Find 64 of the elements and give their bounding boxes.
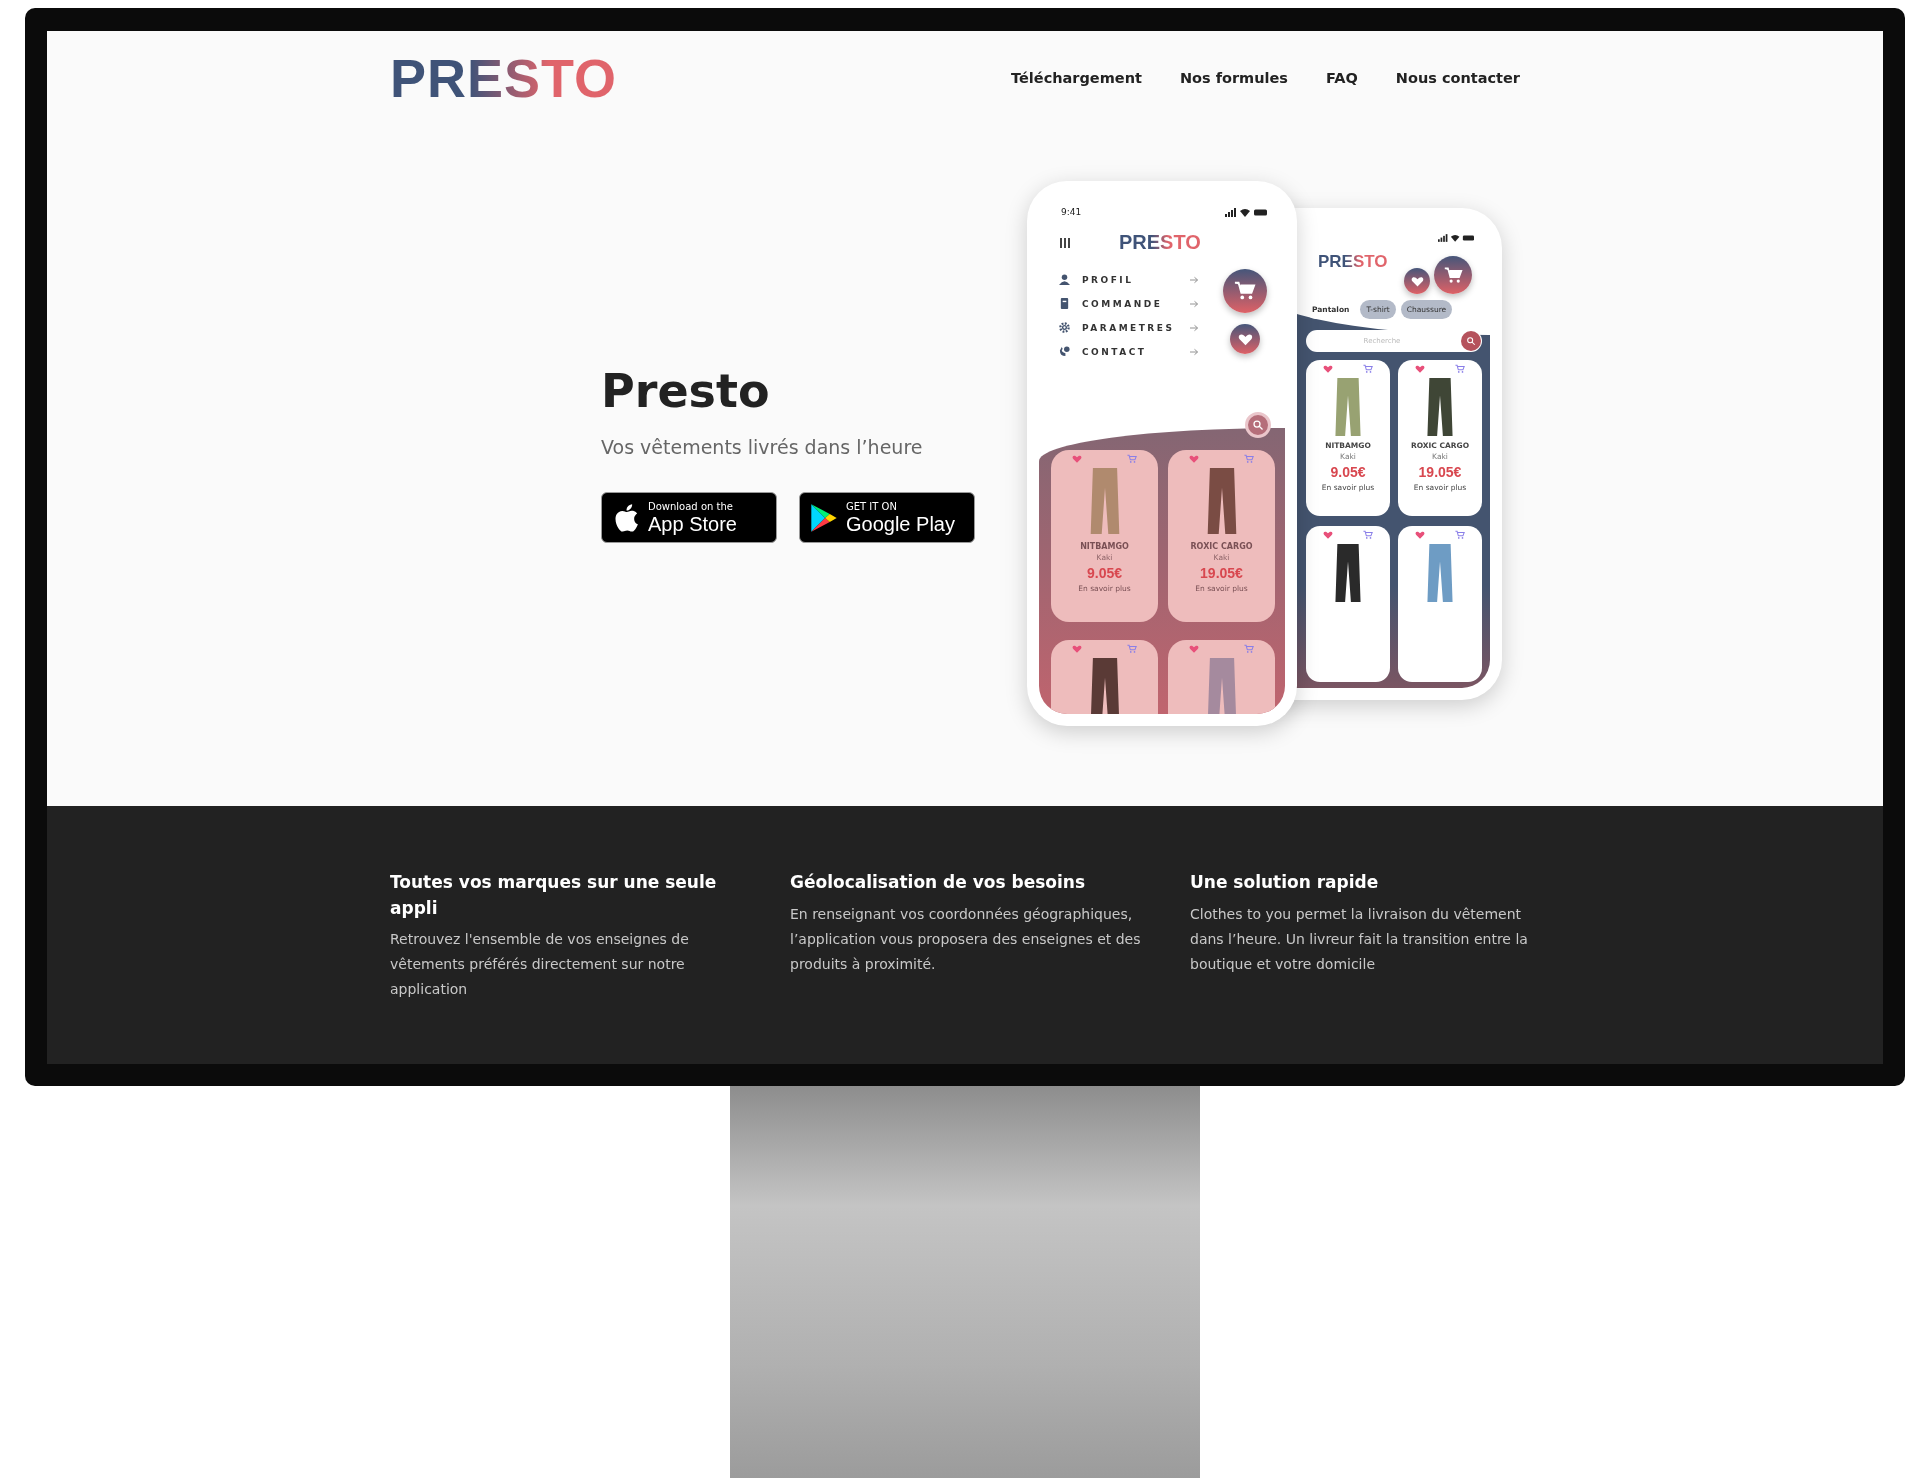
status-time: 9:41: [1061, 207, 1082, 217]
heart-icon: [1189, 454, 1200, 464]
cart-icon: [1243, 644, 1254, 654]
feature-text: Clothes to you permet la livraison du vêtement dans l’heure. Un livreur fait la transition entre la boutique et votre domicile: [1190, 904, 1529, 974]
cart-icon: [1455, 364, 1466, 374]
product-price: 19.05€: [1200, 565, 1243, 581]
search-button[interactable]: [1245, 412, 1271, 438]
cart-icon: [1443, 265, 1463, 285]
feature-title: Une solution rapide: [1190, 871, 1380, 894]
heart-icon: [1072, 454, 1083, 464]
nav-link[interactable]: Nos formules: [1179, 70, 1288, 86]
cart-icon: [1234, 280, 1256, 302]
menu-item[interactable]: PARAMETRES: [1059, 322, 1199, 333]
product-name: NITBAMGO: [1080, 542, 1129, 551]
feature-title: Géolocalisation de vos besoins: [790, 871, 1087, 894]
menu-item[interactable]: COMMANDE: [1059, 298, 1199, 309]
product-card[interactable]: [1306, 526, 1390, 682]
favorite-button[interactable]: [1404, 268, 1430, 294]
arrow-icon: [1190, 347, 1199, 356]
feature-text: En renseignant vos coordonnées géographiques, l’application vous proposera des enseignes et des produits à proximité.: [790, 904, 1142, 974]
cart-icon: [1126, 454, 1137, 464]
arrow-icon: [1190, 323, 1199, 332]
menu-item[interactable]: CONTACT: [1059, 346, 1199, 357]
product-price: 9.05€: [1330, 464, 1366, 480]
heart-icon: [1410, 274, 1424, 288]
play-store-icon: [810, 502, 838, 533]
product-name: ROXIC CARGO: [1190, 542, 1253, 551]
cart-icon: [1126, 644, 1137, 654]
status-icons: [1438, 234, 1474, 242]
nav-link[interactable]: FAQ: [1326, 70, 1358, 86]
status-icons: [1225, 207, 1267, 217]
cart-icon: [1243, 454, 1254, 464]
cart-icon: [1363, 530, 1374, 540]
favorite-button[interactable]: [1230, 324, 1260, 354]
heart-icon: [1322, 364, 1333, 374]
product-price: 9.05€: [1086, 565, 1122, 581]
search-icon: [1252, 419, 1264, 431]
heart-icon: [1072, 644, 1083, 654]
hero-title: Presto: [601, 364, 771, 418]
store-button[interactable]: GET IT ON Google Play: [799, 492, 975, 543]
heart-icon: [1414, 364, 1425, 374]
cart-icon: [1455, 530, 1466, 540]
product-price: 19.05€: [1418, 464, 1462, 480]
cart-icon: [1363, 364, 1374, 374]
heart-icon: [1414, 530, 1425, 540]
nav-link[interactable]: Nous contacter: [1395, 70, 1520, 86]
person-icon: [1059, 274, 1070, 285]
gear-icon: [1059, 322, 1070, 333]
nav-link[interactable]: Téléchargement: [1011, 70, 1142, 86]
heart-icon: [1322, 530, 1333, 540]
search-icon: [1466, 336, 1476, 346]
heart-icon: [1189, 644, 1200, 654]
cart-button[interactable]: [1434, 256, 1472, 294]
hero-subtitle: Vos vêtements livrés dans l’heure: [601, 436, 924, 458]
menu-icon[interactable]: [1059, 236, 1071, 249]
menu-item[interactable]: PROFIL: [1059, 274, 1199, 285]
document-icon: [1059, 298, 1070, 309]
store-button[interactable]: Download on the App Store: [601, 492, 777, 543]
feature-text: Retrouvez l'ensemble de vos enseignes de vêtements préférés directement sur notre application: [390, 930, 690, 1000]
arrow-icon: [1190, 299, 1199, 308]
phone-chat-icon: [1059, 346, 1070, 357]
arrow-icon: [1190, 275, 1199, 284]
cart-button[interactable]: [1223, 269, 1267, 313]
feature-title: Toutes vos marques sur une seule appli: [390, 871, 718, 920]
